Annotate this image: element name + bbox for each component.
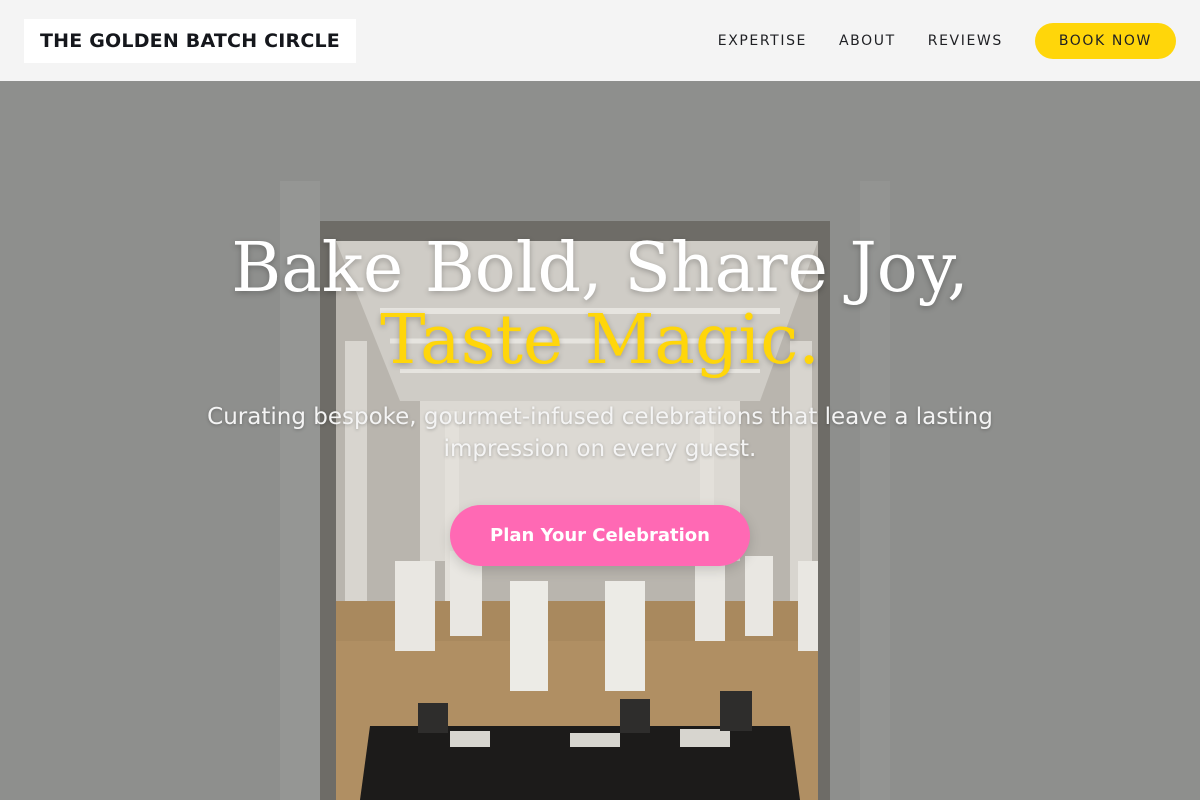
book-now-button[interactable]: BOOK NOW: [1034, 22, 1176, 59]
plan-celebration-button[interactable]: Plan Your Celebration: [450, 505, 750, 566]
nav-link-about[interactable]: ABOUT: [839, 33, 896, 49]
hero-headline: Bake Bold, Share Joy, Taste Magic.: [150, 233, 1050, 377]
headline-accent: Taste Magic.: [380, 301, 820, 380]
hero-subtitle: Curating bespoke, gourmet-infused celebr…: [207, 404, 993, 462]
nav-link-reviews[interactable]: REVIEWS: [928, 33, 1003, 49]
site-header: THE GOLDEN BATCH CIRCLE EXPERTISE ABOUT …: [0, 0, 1200, 81]
nav-link-expertise[interactable]: EXPERTISE: [718, 33, 807, 49]
hero-content: Bake Bold, Share Joy, Taste Magic. Curat…: [0, 81, 1200, 800]
brand-logo[interactable]: THE GOLDEN BATCH CIRCLE: [24, 18, 356, 63]
headline-main: Bake Bold, Share Joy,: [231, 229, 969, 308]
main-nav: EXPERTISE ABOUT REVIEWS BOOK NOW: [718, 22, 1176, 59]
